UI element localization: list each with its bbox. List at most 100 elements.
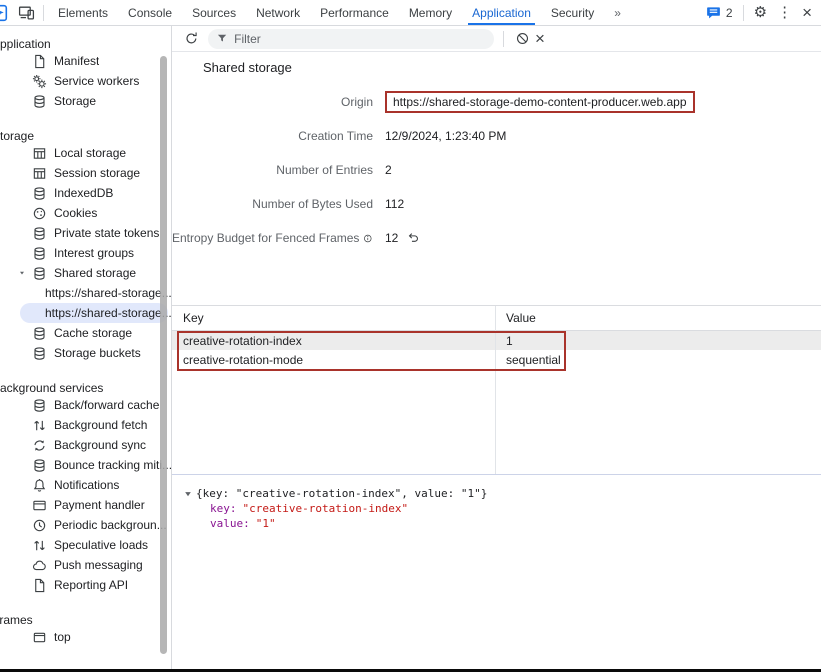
database-icon xyxy=(32,94,47,109)
info-icon[interactable] xyxy=(363,232,373,245)
column-divider[interactable] xyxy=(495,306,496,474)
application-sidebar: Application Manifest Service workers Sto… xyxy=(0,26,172,672)
cell-value: sequential xyxy=(495,353,821,367)
expand-triangle-icon[interactable] xyxy=(18,269,26,277)
refresh-icon xyxy=(184,31,199,46)
clear-button[interactable] xyxy=(513,30,531,48)
table-row[interactable]: creative-rotation-index 1 xyxy=(172,331,821,350)
sidebar-scrollbar[interactable] xyxy=(160,56,167,654)
column-header-value[interactable]: Value xyxy=(495,311,821,325)
preview-summary-line[interactable]: {key: "creative-rotation-index", value: … xyxy=(183,486,821,501)
sidebar-item-shared-storage-origin-2-selected[interactable]: https://shared-storage... xyxy=(0,303,172,323)
sidebar-item-manifest[interactable]: Manifest xyxy=(0,51,172,71)
database-icon xyxy=(32,266,47,281)
sidebar-item-session-storage[interactable]: Session storage xyxy=(0,163,172,183)
tab-sources[interactable]: Sources xyxy=(182,0,246,25)
entropy-value: 12 xyxy=(385,231,398,245)
sidebar-item-reporting-api[interactable]: Reporting API xyxy=(0,575,172,595)
clock-icon xyxy=(32,518,47,533)
inspect-element-icon[interactable] xyxy=(0,4,10,22)
tabbar-left-icons xyxy=(0,0,48,25)
sidebar-item-periodic-background-sync[interactable]: Periodic backgroun... xyxy=(0,515,172,535)
tab-performance[interactable]: Performance xyxy=(310,0,399,25)
kebab-menu-icon[interactable]: ⋮ xyxy=(777,5,792,20)
sidebar-item-speculative-loads[interactable]: Speculative loads xyxy=(0,535,172,555)
database-icon xyxy=(32,246,47,261)
sidebar-item-local-storage[interactable]: Local storage xyxy=(0,143,172,163)
creation-time-value: 12/9/2024, 1:23:40 PM xyxy=(385,129,821,143)
filter-input[interactable] xyxy=(234,32,486,46)
document-icon xyxy=(32,54,47,69)
section-frames: Frames top xyxy=(0,609,172,647)
sidebar-item-payment-handler[interactable]: Payment handler xyxy=(0,495,172,515)
field-entropy-budget: Entropy Budget for Fenced Frames 12 xyxy=(172,221,821,255)
tab-security[interactable]: Security xyxy=(541,0,604,25)
table-row[interactable]: creative-rotation-mode sequential xyxy=(172,350,821,369)
more-tabs-icon[interactable]: » xyxy=(604,0,632,25)
sidebar-item-storage-buckets[interactable]: Storage buckets xyxy=(0,343,172,363)
cookie-icon xyxy=(32,206,47,221)
database-icon xyxy=(32,186,47,201)
tab-console[interactable]: Console xyxy=(118,0,182,25)
origin-annotation-box: https://shared-storage-demo-content-prod… xyxy=(385,91,695,113)
frame-icon xyxy=(32,630,47,645)
field-creation-time: Creation Time 12/9/2024, 1:23:40 PM xyxy=(172,119,821,153)
settings-gear-icon[interactable]: ⚙ xyxy=(754,5,767,20)
service-worker-gears-icon xyxy=(32,74,47,89)
sidebar-item-notifications[interactable]: Notifications xyxy=(0,475,172,495)
sidebar-item-back-forward-cache[interactable]: Back/forward cache xyxy=(0,395,172,415)
column-header-key[interactable]: Key xyxy=(172,311,495,325)
delete-all-button[interactable]: × xyxy=(531,30,549,48)
section-background-services: Background services Back/forward cache B… xyxy=(0,377,172,595)
section-application: Application Manifest Service workers Sto… xyxy=(0,33,172,111)
sidebar-item-background-fetch[interactable]: Background fetch xyxy=(0,415,172,435)
filter-field[interactable] xyxy=(208,29,494,49)
preview-property-value: value: "1" xyxy=(183,516,821,531)
up-down-arrows-icon xyxy=(32,418,47,433)
entries-value: 2 xyxy=(385,163,821,177)
panel-toolbar: × xyxy=(172,26,821,52)
sidebar-item-storage[interactable]: Storage xyxy=(0,91,172,111)
sidebar-item-interest-groups[interactable]: Interest groups xyxy=(0,243,172,263)
device-toolbar-icon[interactable] xyxy=(18,4,35,21)
sidebar-item-indexeddb[interactable]: IndexedDB xyxy=(0,183,172,203)
section-storage: Storage Local storage Session storage In… xyxy=(0,125,172,363)
sidebar-item-service-workers[interactable]: Service workers xyxy=(0,71,172,91)
tab-memory[interactable]: Memory xyxy=(399,0,462,25)
sidebar-item-shared-storage-origin-1[interactable]: https://shared-storage... xyxy=(0,283,172,303)
database-icon xyxy=(32,326,47,341)
sidebar-item-private-state-tokens[interactable]: Private state tokens xyxy=(0,223,172,243)
database-icon xyxy=(32,226,47,241)
refresh-button[interactable] xyxy=(182,30,200,48)
section-title: Frames xyxy=(0,609,172,627)
key-value-table: Key Value creative-rotation-index 1 crea… xyxy=(172,305,821,475)
section-title: Application xyxy=(0,33,172,51)
sidebar-item-top-frame[interactable]: top xyxy=(0,627,172,647)
shared-storage-panel: × Shared storage Origin https://shared-s… xyxy=(172,26,821,672)
sidebar-item-background-sync[interactable]: Background sync xyxy=(0,435,172,455)
table-header-row: Key Value xyxy=(172,306,821,331)
issues-counter[interactable]: 2 xyxy=(706,5,733,20)
collapse-triangle-icon[interactable] xyxy=(183,489,193,499)
reset-budget-icon[interactable] xyxy=(406,231,420,245)
sidebar-item-push-messaging[interactable]: Push messaging xyxy=(0,555,172,575)
funnel-icon xyxy=(216,32,228,45)
devtools-tabbar: Elements Console Sources Network Perform… xyxy=(0,0,821,26)
sync-arrows-icon xyxy=(32,438,47,453)
tab-application[interactable]: Application xyxy=(462,0,541,25)
sidebar-item-cache-storage[interactable]: Cache storage xyxy=(0,323,172,343)
close-devtools-icon[interactable]: × xyxy=(802,4,812,21)
preview-property-key: key: "creative-rotation-index" xyxy=(183,501,821,516)
sidebar-item-bounce-tracking-mitigations[interactable]: Bounce tracking miti... xyxy=(0,455,172,475)
tab-network[interactable]: Network xyxy=(246,0,310,25)
sidebar-item-shared-storage[interactable]: Shared storage xyxy=(0,263,172,283)
section-title: Storage xyxy=(0,125,172,143)
entry-preview-pane: {key: "creative-rotation-index", value: … xyxy=(172,475,821,669)
close-icon: × xyxy=(535,30,545,47)
payment-card-icon xyxy=(32,498,47,513)
field-origin: Origin https://shared-storage-demo-conte… xyxy=(172,85,821,119)
sidebar-item-cookies[interactable]: Cookies xyxy=(0,203,172,223)
tabbar-separator xyxy=(743,5,744,21)
tab-elements[interactable]: Elements xyxy=(48,0,118,25)
database-icon xyxy=(32,346,47,361)
